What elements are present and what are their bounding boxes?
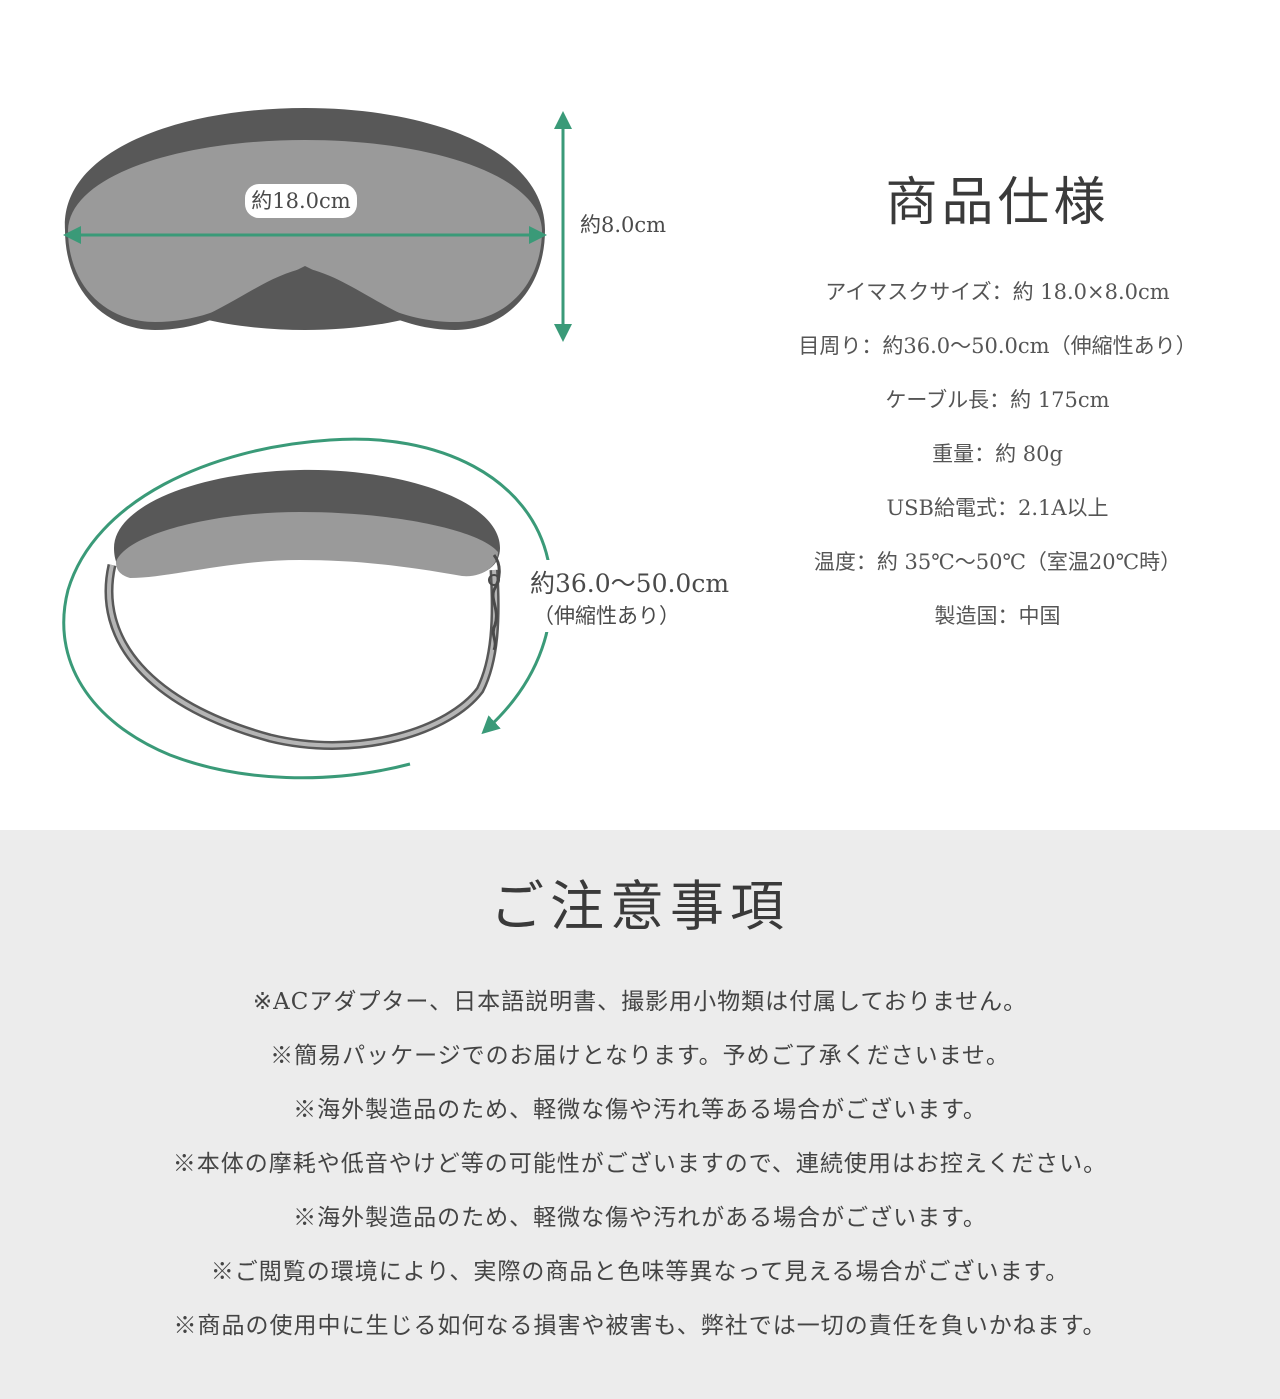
- circumference-note: （伸縮性あり）: [533, 604, 680, 628]
- notice-item: ※海外製造品のため、軽微な傷や汚れ等ある場合がございます。: [293, 1097, 987, 1123]
- notice-list: ※ACアダプター、日本語説明書、撮影用小物類は付属しておりません。 ※簡易パッケ…: [0, 982, 1280, 1360]
- spec-item-weight: 重量：約 80g: [932, 442, 1063, 466]
- spec-list: アイマスクサイズ：約 18.0×8.0cm 目周り：約36.0〜50.0cm（伸…: [770, 272, 1225, 650]
- circumference-label: 約36.0〜50.0cm: [530, 569, 729, 598]
- spec-item-origin: 製造国：中国: [934, 604, 1061, 628]
- spec-item-mask-size: アイマスクサイズ：約 18.0×8.0cm: [825, 280, 1170, 304]
- notice-item: ※海外製造品のため、軽微な傷や汚れがある場合がございます。: [293, 1205, 987, 1231]
- notice-title: ご注意事項: [490, 875, 790, 938]
- notice-item: ※ご閲覧の環境により、実際の商品と色味等異なって見える場合がございます。: [210, 1259, 1070, 1285]
- spec-item-cable-length: ケーブル長：約 175cm: [885, 388, 1110, 412]
- mask-strap: [104, 564, 500, 750]
- eye-mask-front-view: 約18.0cm: [63, 108, 547, 330]
- eye-mask-side-view: [104, 469, 501, 750]
- notice-item: ※商品の使用中に生じる如何なる損害や被害も、弊社では一切の責任を負いかねます。: [173, 1313, 1107, 1339]
- notice-item: ※簡易パッケージでのお届けとなります。予めご了承くださいませ。: [270, 1043, 1010, 1069]
- width-label: 約18.0cm: [251, 189, 351, 213]
- spec-item-power: USB給電式：2.1A以上: [886, 496, 1109, 520]
- spec-title: 商品仕様: [885, 173, 1110, 233]
- spec-item-temperature: 温度：約 35℃〜50℃（室温20℃時）: [813, 550, 1182, 574]
- product-dimension-diagram: 約18.0cm 約8.0cm 約36.0〜50.0cm （伸縮性あり）: [62, 108, 733, 780]
- notice-item: ※ACアダプター、日本語説明書、撮影用小物類は付属しておりません。: [252, 989, 1028, 1015]
- height-label: 約8.0cm: [580, 213, 666, 237]
- notice-item: ※本体の摩耗や低音やけど等の可能性がございますので、連続使用はお控えください。: [172, 1151, 1108, 1177]
- spec-item-eye-circumference: 目周り：約36.0〜50.0cm（伸縮性あり）: [798, 334, 1197, 358]
